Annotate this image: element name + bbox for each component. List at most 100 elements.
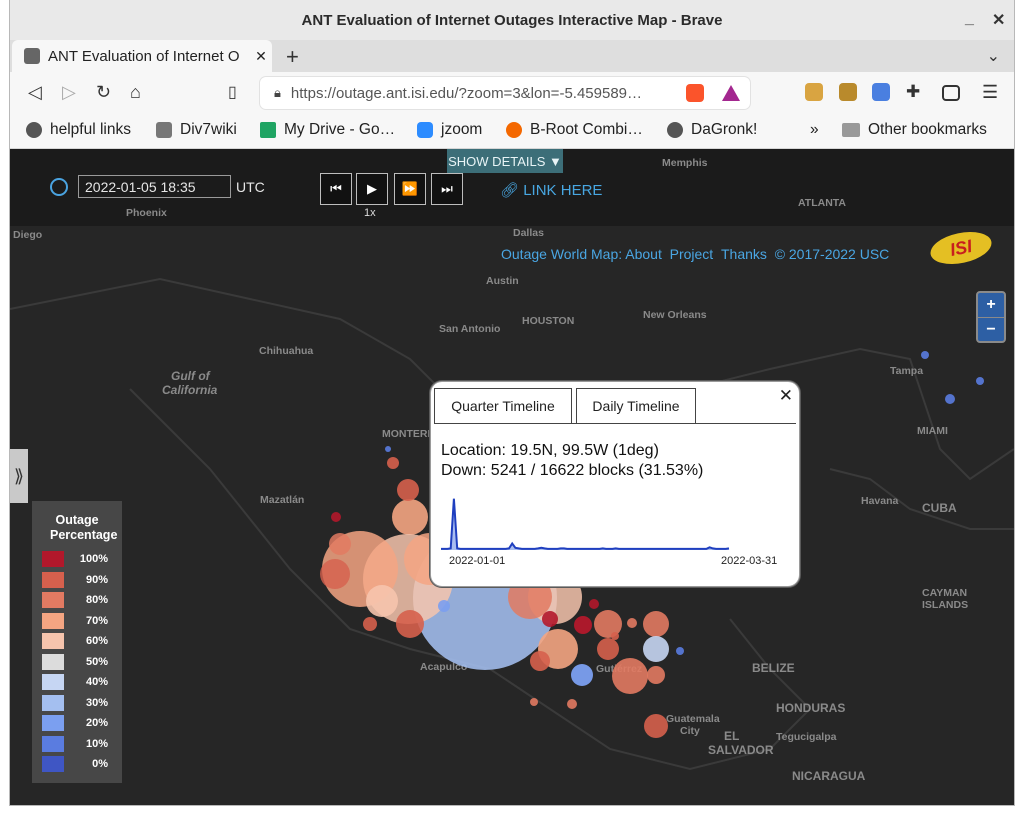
skip-start-button[interactable]: ⏮ xyxy=(320,173,352,205)
fast-forward-button[interactable]: ⏩ xyxy=(394,173,426,205)
skip-start-icon: ⏮ xyxy=(330,181,342,196)
outage-bubble[interactable] xyxy=(597,638,619,660)
link-here-link[interactable]: 🔗︎ LINK HERE xyxy=(500,181,602,199)
outage-bubble[interactable] xyxy=(643,611,669,637)
thanks-link[interactable]: Thanks xyxy=(721,246,767,262)
bookmark-dagronk[interactable]: DaGronk! xyxy=(667,121,757,139)
datetime-input[interactable] xyxy=(78,175,231,198)
back-icon[interactable]: ◁ xyxy=(28,82,42,103)
outage-map-page: Memphis ATLANTA Phoenix Diego Dallas Aus… xyxy=(10,149,1014,805)
extension-icon[interactable] xyxy=(839,83,857,101)
outage-bubble[interactable] xyxy=(921,351,929,359)
other-bookmarks[interactable]: Other bookmarks xyxy=(842,121,987,139)
new-tab-icon[interactable]: + xyxy=(286,44,299,70)
tab-quarter-timeline[interactable]: Quarter Timeline xyxy=(434,388,572,423)
tab-strip: ANT Evaluation of Internet O ✕ + ⌄ xyxy=(10,40,1014,72)
outage-bubble[interactable] xyxy=(385,446,391,452)
outage-bubble[interactable] xyxy=(530,698,538,706)
menu-icon[interactable]: ☰ xyxy=(982,82,998,103)
globe-icon xyxy=(26,122,42,138)
outage-bubble[interactable] xyxy=(331,512,341,522)
tab-daily-timeline[interactable]: Daily Timeline xyxy=(576,388,696,423)
bookmark-b-root[interactable]: B-Root Combi… xyxy=(506,121,643,139)
about-link[interactable]: About xyxy=(625,246,662,262)
forward-icon[interactable]: ▷ xyxy=(62,82,76,103)
outage-bubble[interactable] xyxy=(366,585,398,617)
map-label: Phoenix xyxy=(126,207,167,219)
map-label: CUBA xyxy=(922,501,957,515)
tab-close-icon[interactable]: ✕ xyxy=(250,48,272,65)
legend-rows: 100% 90% 80% 70% 60% 50% 40% 30% 20% 10% 0% xyxy=(42,549,108,775)
map-label: Gulf of xyxy=(171,369,210,383)
outage-bubble[interactable] xyxy=(320,559,350,589)
outage-bubble[interactable] xyxy=(363,617,377,631)
puzzle-extensions-icon[interactable]: ✚ xyxy=(906,82,920,102)
outage-bubble[interactable] xyxy=(589,599,599,609)
timeline-area xyxy=(441,498,729,550)
legend-swatch xyxy=(42,571,64,588)
outage-bubble[interactable] xyxy=(571,664,593,686)
reload-icon[interactable]: ↻ xyxy=(96,82,111,103)
outage-bubble[interactable] xyxy=(392,499,428,535)
skip-end-button[interactable]: ⏭ xyxy=(431,173,463,205)
bookmark-jzoom[interactable]: jzoom xyxy=(417,121,482,139)
translate-extension-icon[interactable] xyxy=(872,83,890,101)
home-icon[interactable]: ⌂ xyxy=(130,82,141,103)
legend-swatch xyxy=(42,633,64,650)
play-button[interactable]: ▶ xyxy=(356,173,388,205)
side-panel-toggle[interactable]: ⟫ xyxy=(10,449,28,503)
map-label: ATLANTA xyxy=(798,197,847,209)
skip-end-icon: ⏭ xyxy=(441,181,453,196)
map-label: HOUSTON xyxy=(522,315,575,327)
outage-bubble[interactable] xyxy=(676,647,684,655)
minimize-icon[interactable]: _ xyxy=(965,10,974,28)
outage-bubble[interactable] xyxy=(647,666,665,684)
outage-bubble[interactable] xyxy=(627,618,637,628)
legend-label: 80% xyxy=(85,594,108,607)
tab-ant-outages[interactable]: ANT Evaluation of Internet O ✕ xyxy=(12,40,272,72)
wallet-icon[interactable] xyxy=(942,85,960,101)
link-icon: 🔗︎ xyxy=(500,182,524,199)
outage-bubble[interactable] xyxy=(612,658,648,694)
more-bookmarks-icon[interactable]: » xyxy=(810,121,819,139)
bookmark-icon[interactable]: ▯ xyxy=(228,82,237,102)
outage-bubble[interactable] xyxy=(574,616,592,634)
legend-label: 40% xyxy=(85,676,108,689)
outage-bubble[interactable] xyxy=(329,533,351,555)
bookmark-helpful-links[interactable]: helpful links xyxy=(26,121,131,139)
popup-down-blocks: Down: 5241 / 16622 blocks (31.53%) xyxy=(441,462,704,479)
close-icon[interactable]: ✕ xyxy=(779,386,793,406)
outage-bubble[interactable] xyxy=(542,611,558,627)
legend-item: 90% xyxy=(42,570,108,591)
timezone-label: UTC xyxy=(236,179,265,195)
show-details-button[interactable]: SHOW DETAILS ▼ xyxy=(447,149,563,173)
map-label: Diego xyxy=(13,229,43,241)
outage-bubble[interactable] xyxy=(644,714,668,738)
outage-legend: Outage Percentage 100% 90% 80% 70% 60% 50% 40%… xyxy=(32,501,122,783)
outage-bubble[interactable] xyxy=(643,636,669,662)
brave-rewards-icon[interactable] xyxy=(722,85,740,101)
outage-bubble[interactable] xyxy=(611,632,619,640)
brave-shields-icon[interactable] xyxy=(686,84,704,102)
bookmark-div7wiki[interactable]: Div7wiki xyxy=(156,121,237,139)
chevron-down-icon[interactable]: ⌄ xyxy=(987,46,1000,66)
outage-bubble[interactable] xyxy=(387,457,399,469)
project-link[interactable]: Project xyxy=(670,246,714,262)
outage-bubble[interactable] xyxy=(945,394,955,404)
zoom-out-button[interactable]: − xyxy=(978,318,1004,342)
bookmark-label: jzoom xyxy=(441,121,483,138)
outage-bubble[interactable] xyxy=(567,699,577,709)
map-label: San Antonio xyxy=(439,323,501,335)
address-bar[interactable]: 🔒︎ https://outage.ant.isi.edu/?zoom=3&lo… xyxy=(260,77,750,109)
extension-icon[interactable] xyxy=(805,83,823,101)
outage-bubble[interactable] xyxy=(397,479,419,501)
bookmark-my-drive[interactable]: My Drive - Go… xyxy=(260,121,395,139)
outage-bubble[interactable] xyxy=(438,600,450,612)
window-title: ANT Evaluation of Internet Outages Inter… xyxy=(301,11,723,29)
outage-bubble[interactable] xyxy=(530,651,550,671)
close-window-icon[interactable]: ✕ xyxy=(992,10,1005,30)
outage-bubble[interactable] xyxy=(976,377,984,385)
wiki-icon xyxy=(156,122,172,138)
zoom-in-button[interactable]: + xyxy=(978,293,1004,318)
outage-bubble[interactable] xyxy=(396,610,424,638)
